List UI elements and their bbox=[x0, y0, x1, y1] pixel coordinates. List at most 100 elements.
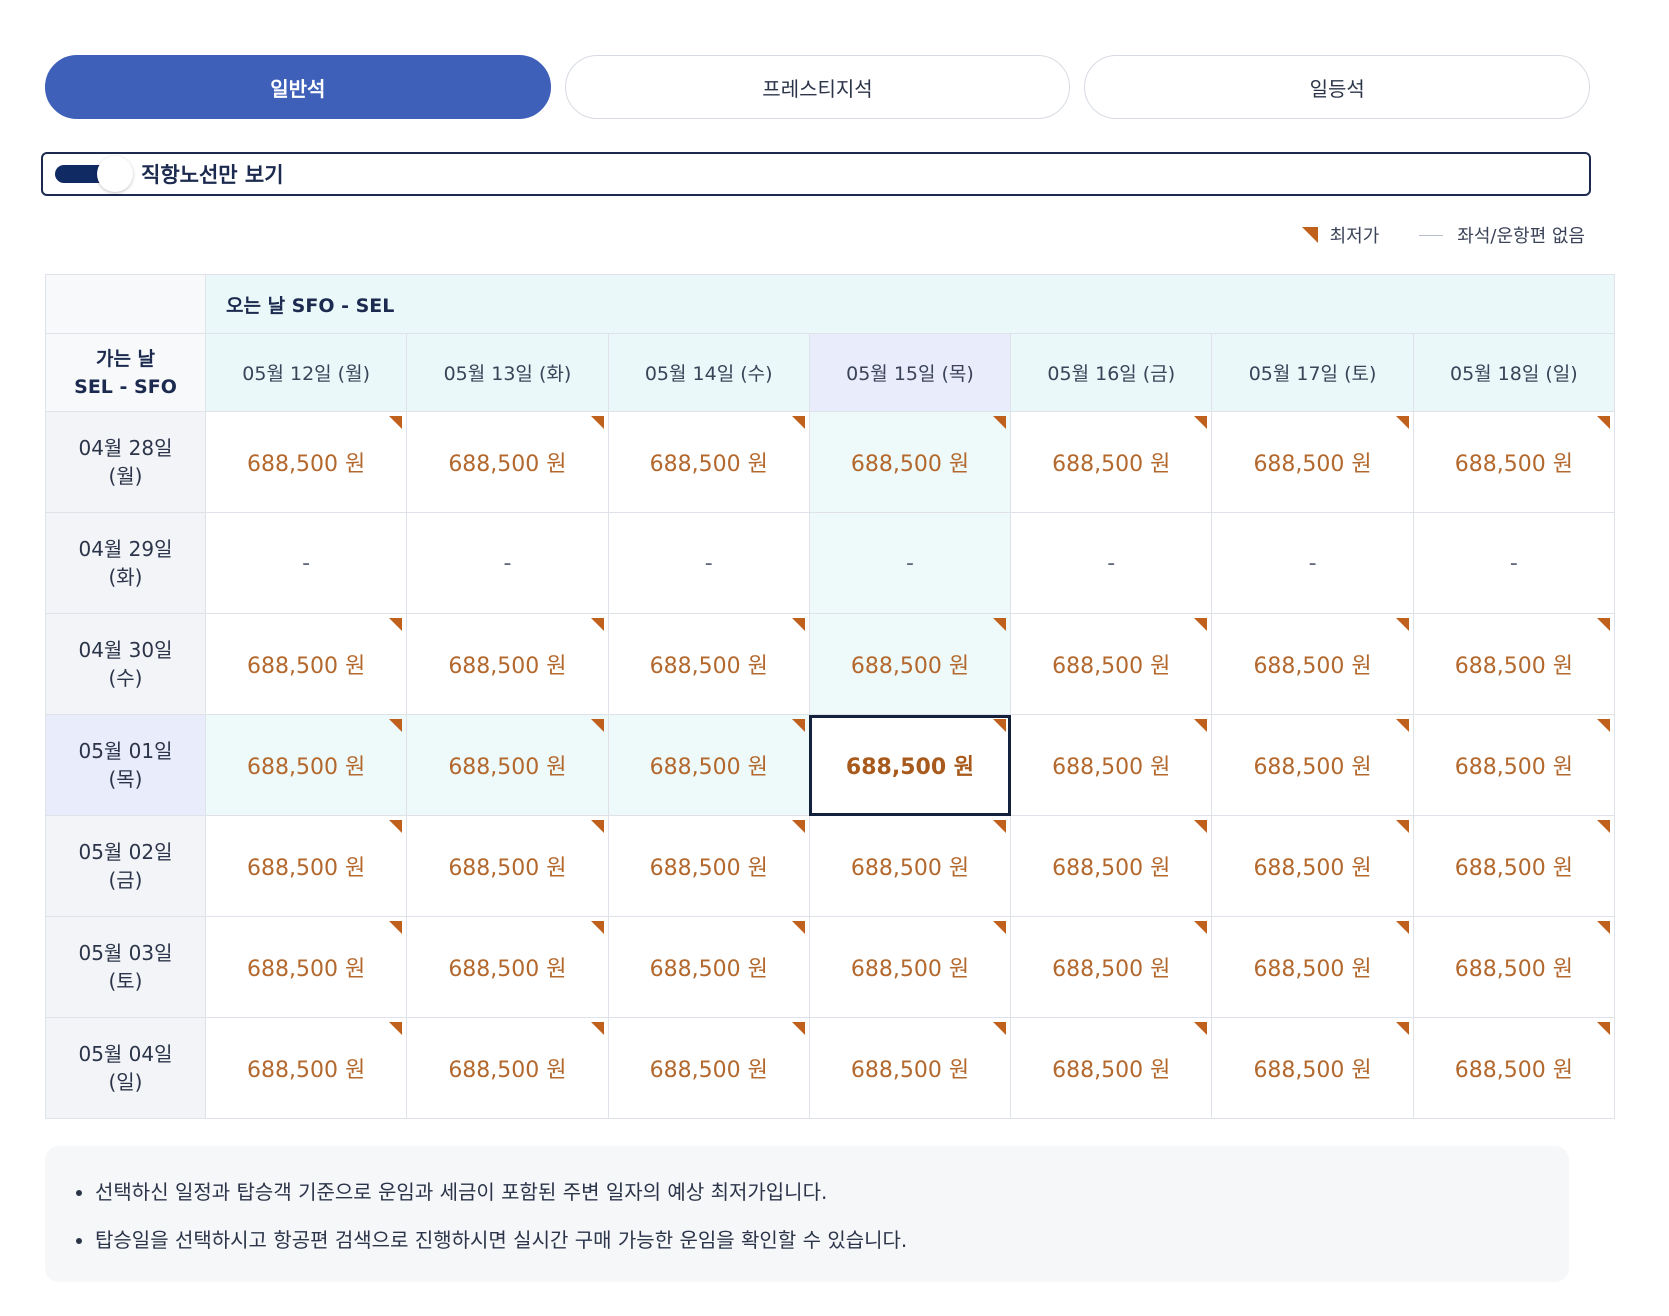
fare-cell[interactable]: 688,500 원 bbox=[1412, 411, 1616, 513]
lowest-price-marker-icon bbox=[993, 719, 1007, 732]
fare-cell[interactable]: 688,500 원 bbox=[1010, 613, 1213, 715]
fare-cell[interactable]: 688,500 원 bbox=[204, 613, 408, 715]
fare-cell[interactable]: 688,500 원 bbox=[808, 916, 1012, 1018]
tab-economy[interactable]: 일반석 bbox=[45, 55, 551, 119]
fare-price: 688,500 원 bbox=[1253, 452, 1372, 477]
fare-cell[interactable]: 688,500 원 bbox=[607, 916, 810, 1018]
fare-cell[interactable]: 688,500 원 bbox=[1412, 613, 1616, 715]
switch-knob bbox=[97, 156, 133, 192]
table-row: 05월 02일 (금) 688,500 원 688,500 원 688,500 원 688… bbox=[45, 815, 1616, 917]
lowest-price-marker-icon bbox=[1395, 1022, 1409, 1035]
fare-cell[interactable]: 688,500 원 bbox=[1211, 411, 1414, 513]
lowest-price-marker-icon bbox=[590, 820, 604, 833]
lowest-price-marker-icon bbox=[590, 1022, 604, 1035]
fare-cell[interactable]: 688,500 원 bbox=[406, 411, 609, 513]
direct-flights-toggle-row[interactable]: 직항노선만 보기 bbox=[41, 152, 1591, 196]
lowest-price-marker-icon bbox=[791, 820, 805, 833]
depart-date-line: (금) bbox=[108, 868, 143, 892]
fare-price: 688,500 원 bbox=[1052, 452, 1171, 477]
fare-cell[interactable]: 688,500 원 bbox=[204, 916, 408, 1018]
fare-cell[interactable]: 688,500 원 bbox=[1412, 714, 1616, 816]
lowest-price-marker-icon bbox=[993, 1022, 1007, 1035]
lowest-price-marker-icon bbox=[1301, 227, 1318, 243]
lowest-price-marker-icon bbox=[1597, 719, 1610, 732]
fare-price: 688,500 원 bbox=[448, 1058, 567, 1083]
fare-cell[interactable]: 688,500 원 bbox=[204, 714, 408, 816]
fare-cell[interactable]: 688,500 원 bbox=[1010, 1017, 1213, 1119]
fare-cell[interactable]: 688,500 원 bbox=[1211, 714, 1414, 816]
fare-cell[interactable]: 688,500 원 bbox=[607, 411, 810, 513]
lowest-price-marker-icon bbox=[1194, 820, 1208, 833]
table-row: 05월 03일 (토) 688,500 원 688,500 원 688,500 원 688… bbox=[45, 916, 1616, 1018]
fare-price: 688,500 원 bbox=[1454, 957, 1573, 982]
direct-flights-switch[interactable] bbox=[53, 156, 133, 192]
fare-price: 688,500 원 bbox=[1454, 755, 1573, 780]
fare-cell[interactable]: 688,500 원 bbox=[1412, 916, 1616, 1018]
return-date-header: 05월 12일 (월) bbox=[204, 333, 408, 412]
tab-prestige[interactable]: 프레스티지석 bbox=[564, 55, 1071, 119]
fare-price: 688,500 원 bbox=[850, 654, 970, 679]
lowest-price-marker-icon bbox=[1395, 618, 1409, 631]
lowest-price-marker-icon bbox=[389, 1022, 403, 1035]
fare-cell[interactable]: 688,500 원 bbox=[1211, 916, 1414, 1018]
fare-price: 688,500 원 bbox=[247, 654, 366, 679]
fare-cell-unavailable: - bbox=[1412, 512, 1616, 614]
fare-cell[interactable]: 688,500 원 bbox=[406, 1017, 609, 1119]
depart-date-header: 05월 02일 (금) bbox=[45, 815, 206, 917]
fare-cell[interactable]: 688,500 원 bbox=[607, 815, 810, 917]
fare-cell[interactable]: 688,500 원 bbox=[607, 1017, 810, 1119]
fare-price: 688,500 원 bbox=[448, 452, 567, 477]
fare-price: 688,500 원 bbox=[247, 1058, 366, 1083]
lowest-price-marker-icon bbox=[590, 921, 604, 934]
fare-price: 688,500 원 bbox=[649, 957, 768, 982]
fare-calendar-table: 오는 날 SFO - SEL 가는 날 SEL - SFO 05월 12일 (월… bbox=[45, 274, 1616, 1119]
note-item: 탑승일을 선택하시고 항공편 검색으로 진행하시면 실시간 구매 가능한 운임을… bbox=[95, 1216, 1539, 1264]
fare-cell[interactable]: 688,500 원 bbox=[1010, 714, 1213, 816]
fare-cell[interactable]: 688,500 원 bbox=[204, 1017, 408, 1119]
lowest-price-marker-icon bbox=[590, 416, 604, 429]
fare-cell[interactable]: 688,500 원 bbox=[808, 714, 1012, 816]
lowest-price-marker-icon bbox=[1597, 1022, 1610, 1035]
fare-cell-unavailable: - bbox=[406, 512, 609, 614]
fare-price: 688,500 원 bbox=[448, 654, 567, 679]
tab-first[interactable]: 일등석 bbox=[1084, 55, 1591, 119]
fare-cell[interactable]: 688,500 원 bbox=[1010, 411, 1213, 513]
fare-cell[interactable]: 688,500 원 bbox=[808, 411, 1012, 513]
fare-cell[interactable]: 688,500 원 bbox=[1412, 815, 1616, 917]
legend: 최저가 좌석/운항편 없음 bbox=[1301, 222, 1585, 248]
note-item: 선택하신 일정과 탑승객 기준으로 운임과 세금이 포함된 주변 일자의 예상 … bbox=[95, 1168, 1539, 1216]
table-row: 05월 01일 (목) 688,500 원 688,500 원 688,500 원 688… bbox=[45, 714, 1616, 816]
fare-cell[interactable]: 688,500 원 bbox=[204, 815, 408, 917]
fare-cell[interactable]: 688,500 원 bbox=[406, 714, 609, 816]
lowest-price-marker-icon bbox=[1194, 719, 1208, 732]
fare-cell[interactable]: 688,500 원 bbox=[607, 613, 810, 715]
fare-cell[interactable]: 688,500 원 bbox=[406, 916, 609, 1018]
fare-cell[interactable]: 688,500 원 bbox=[1010, 916, 1213, 1018]
fare-cell[interactable]: 688,500 원 bbox=[204, 411, 408, 513]
lowest-price-marker-icon bbox=[590, 719, 604, 732]
fare-price: 688,500 원 bbox=[850, 957, 970, 982]
depart-date-header: 05월 03일 (토) bbox=[45, 916, 206, 1018]
fare-cell[interactable]: 688,500 원 bbox=[406, 815, 609, 917]
fare-cell[interactable]: 688,500 원 bbox=[406, 613, 609, 715]
fare-cell[interactable]: 688,500 원 bbox=[808, 1017, 1012, 1119]
fare-cell[interactable]: 688,500 원 bbox=[808, 815, 1012, 917]
fare-cell[interactable]: 688,500 원 bbox=[1211, 1017, 1414, 1119]
fare-cell[interactable]: 688,500 원 bbox=[1211, 613, 1414, 715]
depart-header-route: SEL - SFO bbox=[74, 375, 177, 398]
depart-date-line: (월) bbox=[108, 464, 143, 488]
fare-price: - bbox=[302, 550, 311, 576]
return-date-header: 05월 15일 (목) bbox=[808, 333, 1012, 412]
fare-cell[interactable]: 688,500 원 bbox=[1412, 1017, 1616, 1119]
depart-date-line: (일) bbox=[108, 1070, 143, 1094]
fare-price: 688,500 원 bbox=[649, 856, 768, 881]
fare-cell[interactable]: 688,500 원 bbox=[808, 613, 1012, 715]
lowest-price-marker-icon bbox=[1597, 921, 1610, 934]
fare-cell[interactable]: 688,500 원 bbox=[1211, 815, 1414, 917]
fare-cell[interactable]: 688,500 원 bbox=[607, 714, 810, 816]
depart-date-line: (수) bbox=[108, 666, 143, 690]
fare-cell[interactable]: 688,500 원 bbox=[1010, 815, 1213, 917]
depart-date-header: 04월 29일 (화) bbox=[45, 512, 206, 614]
fare-price: 688,500 원 bbox=[1253, 755, 1372, 780]
fare-price: 688,500 원 bbox=[649, 452, 768, 477]
